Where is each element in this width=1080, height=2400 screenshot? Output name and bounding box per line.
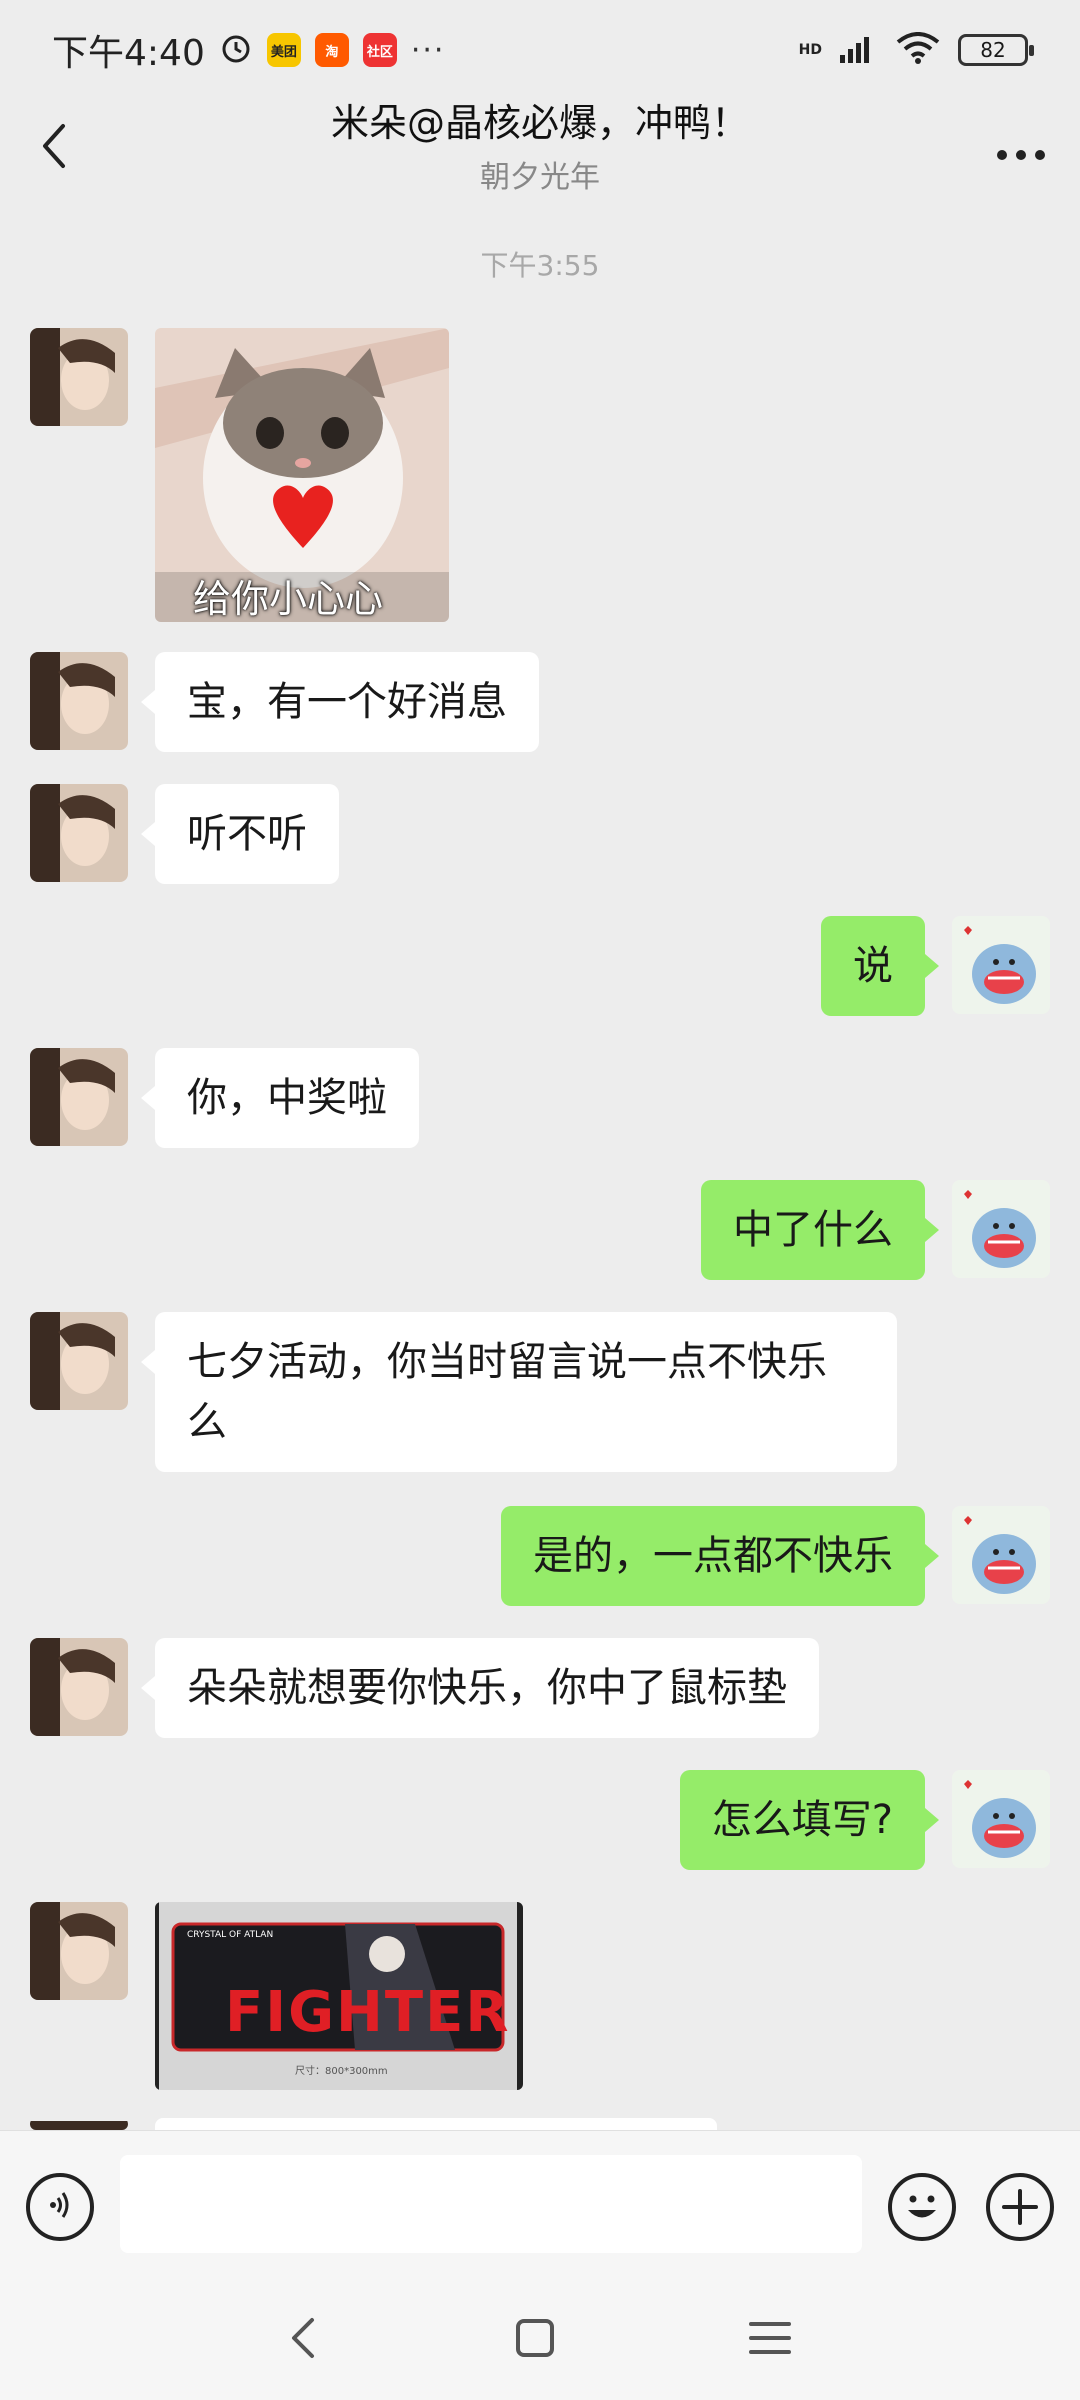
message-bubble[interactable]: 七夕活动，你当时留言说一点不快乐么: [141, 1312, 897, 1472]
avatar-other[interactable]: [30, 2118, 128, 2130]
chat-subtitle: 朝夕光年: [480, 160, 600, 195]
message-bubble[interactable]: 怎么填写?: [679, 1770, 940, 1870]
nav-back-icon: [288, 2316, 318, 2364]
meituan-app-icon: 美团: [266, 33, 301, 67]
mousepad-image[interactable]: CRYSTAL OF ATLAN FIGHTER 尺寸：800*300mm: [155, 1902, 523, 2090]
chat-title: 米朵@晶核必爆，冲鸭！: [330, 101, 749, 145]
voice-button[interactable]: [26, 2173, 94, 2241]
plus-button[interactable]: [986, 2173, 1054, 2241]
avatar-other[interactable]: [30, 328, 128, 426]
more-button[interactable]: [986, 118, 1056, 178]
message-bubble[interactable]: 宝，有一个好消息: [141, 652, 539, 752]
input-bar: [0, 2130, 1080, 2280]
chat-area[interactable]: 下午3:55 给你小心心 宝，有一个好消息 听不听 说 你，中奖啦 中了什么 七…: [0, 200, 1080, 2130]
mousepad-brand: CRYSTAL OF ATLAN: [187, 1930, 274, 1940]
message-bubble[interactable]: 你，中奖啦: [141, 1048, 419, 1148]
avatar-self[interactable]: [952, 1770, 1050, 1868]
avatar-other[interactable]: [30, 1312, 128, 1410]
status-right: HD 82: [798, 32, 1034, 68]
avatar-other[interactable]: [30, 652, 128, 750]
alarm-icon: [219, 31, 253, 69]
sticker-caption: 给你小心心: [193, 577, 384, 621]
mousepad-size-label: 尺寸：800*300mm: [295, 2066, 388, 2077]
avatar-self[interactable]: [952, 1180, 1050, 1278]
avatar-other[interactable]: [30, 784, 128, 882]
voice-icon: [43, 2188, 77, 2226]
title-block: 米朵@晶核必爆，冲鸭！ 朝夕光年: [160, 100, 920, 196]
avatar-other[interactable]: [30, 1048, 128, 1146]
sticker-image[interactable]: 给你小心心: [155, 328, 449, 622]
mousepad-caption: FIGHTER: [225, 1980, 511, 2045]
avatar-other[interactable]: [30, 1638, 128, 1736]
status-time: 下午4:40: [52, 33, 205, 74]
message-bubble[interactable]: 是的，一点都不快乐: [501, 1506, 939, 1606]
taobao-app-icon: 淘: [314, 33, 349, 67]
status-more-icon: ···: [410, 32, 446, 68]
community-app-icon: 社区: [362, 33, 397, 67]
message-bubble[interactable]: 中了什么: [701, 1180, 939, 1280]
message-input[interactable]: [120, 2155, 862, 2253]
hd-label: HD: [798, 42, 822, 58]
message-bubble[interactable]: 听不听: [141, 784, 339, 884]
avatar-other[interactable]: [30, 1902, 128, 2000]
nav-home-icon: [515, 2318, 555, 2362]
message-bubble-partial[interactable]: [155, 2118, 717, 2130]
avatar-self[interactable]: [952, 1506, 1050, 1604]
signal-icon: [840, 33, 878, 67]
status-left: 下午4:40 美团 淘 社区 ···: [52, 24, 445, 76]
system-nav-bar: [0, 2280, 1080, 2400]
battery-indicator: 82: [958, 34, 1034, 66]
nav-menu-icon: [749, 2318, 791, 2362]
more-horizontal-icon: [996, 125, 1046, 171]
chat-header: 米朵@晶核必爆，冲鸭！ 朝夕光年: [0, 100, 1080, 200]
nav-menu-button[interactable]: [735, 2310, 805, 2370]
wifi-icon: [896, 32, 940, 68]
message-bubble[interactable]: 朵朵就想要你快乐，你中了鼠标垫: [141, 1638, 819, 1738]
nav-home-button[interactable]: [500, 2310, 570, 2370]
nav-back-button[interactable]: [268, 2310, 338, 2370]
back-button[interactable]: [24, 118, 84, 178]
avatar-self[interactable]: [952, 916, 1050, 1014]
chevron-left-icon: [39, 122, 69, 174]
status-bar: 下午4:40 美团 淘 社区 ··· HD 82: [0, 0, 1080, 100]
message-bubble[interactable]: 说: [821, 916, 939, 1016]
time-divider: 下午3:55: [480, 249, 600, 282]
emoji-button[interactable]: [888, 2173, 956, 2241]
